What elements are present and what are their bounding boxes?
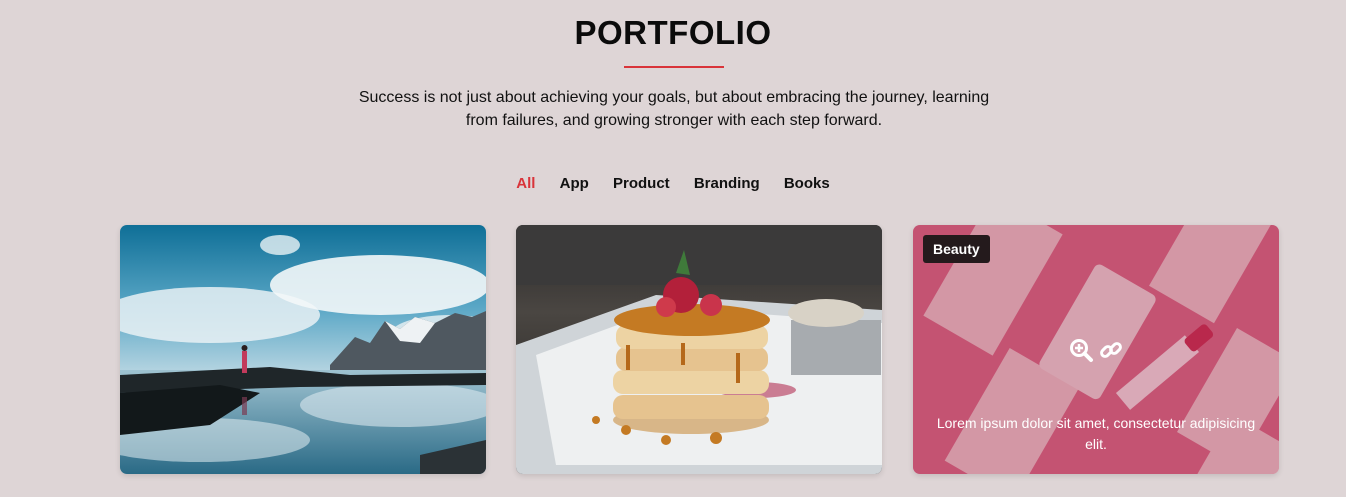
filter-books[interactable]: Books (784, 175, 830, 192)
title-divider (624, 66, 724, 68)
portfolio-item-beauty[interactable]: Beauty Lorem ipsum dolor sit amet, conse… (913, 225, 1279, 474)
section-title: PORTFOLIO (574, 14, 772, 51)
filter-branding[interactable]: Branding (694, 175, 760, 192)
zoom-in-icon[interactable] (1068, 337, 1094, 363)
portfolio-item-food[interactable] (516, 225, 882, 474)
filter-all[interactable]: All (516, 175, 535, 192)
item-caption: Lorem ipsum dolor sit amet, consectetur … (936, 415, 1256, 452)
filter-product[interactable]: Product (613, 175, 670, 192)
category-badge: Beauty (923, 235, 990, 263)
portfolio-filters: All App Product Branding Books (0, 175, 1346, 192)
landscape-image (120, 225, 486, 474)
pancakes-image (516, 225, 882, 474)
section-subtitle: Success is not just about achieving your… (358, 89, 990, 129)
item-actions (1068, 337, 1128, 363)
link-icon[interactable] (1098, 337, 1124, 363)
portfolio-item-landscape[interactable] (120, 225, 486, 474)
filter-app[interactable]: App (560, 175, 589, 192)
